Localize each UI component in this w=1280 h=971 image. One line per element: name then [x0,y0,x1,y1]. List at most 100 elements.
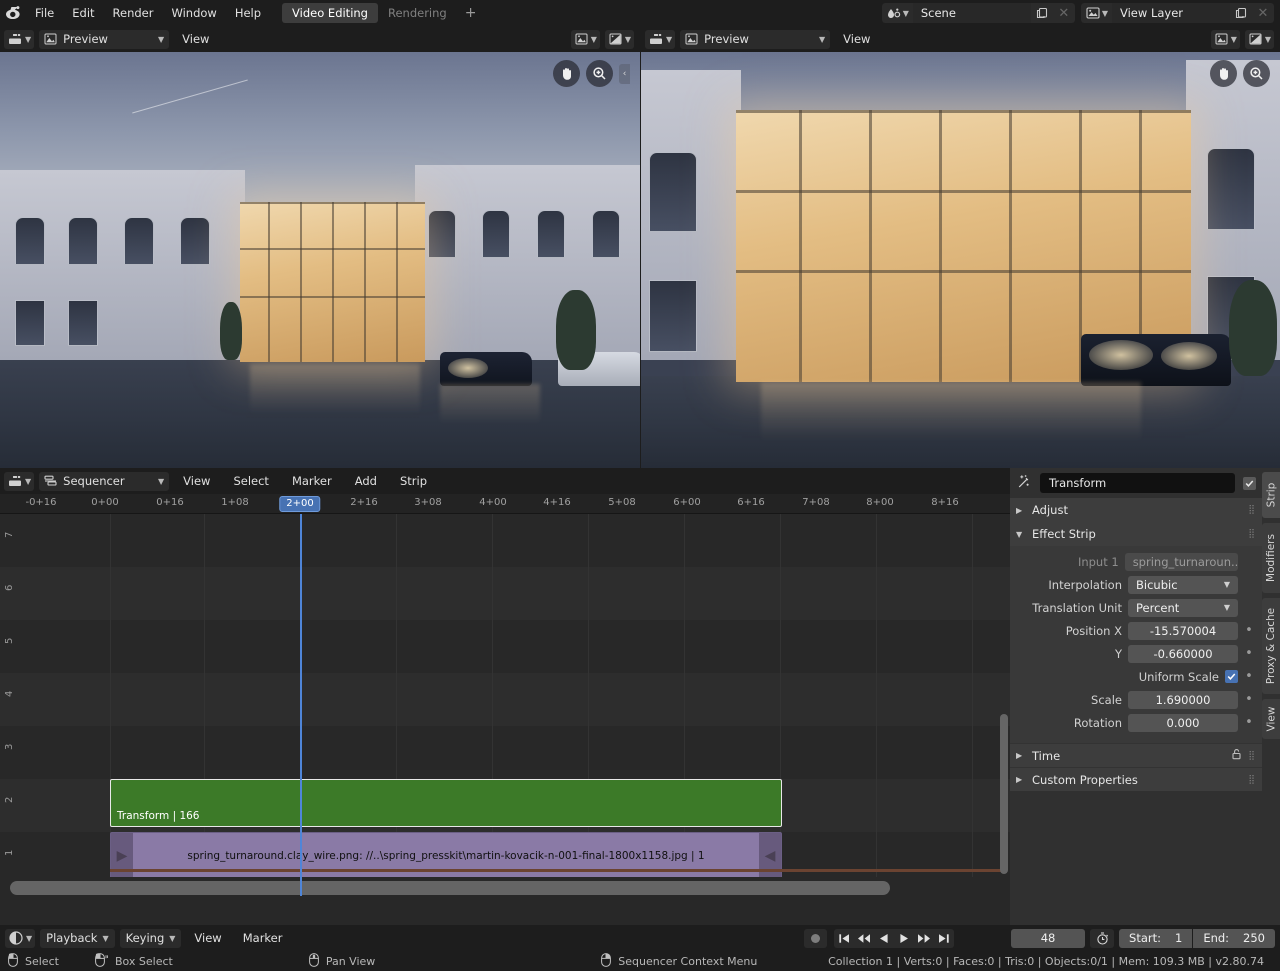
dropdown-interpolation[interactable]: Bicubic ▼ [1128,576,1238,594]
playback-dropdown[interactable]: Playback ▼ [40,929,114,948]
add-workspace-button[interactable]: + [457,3,485,23]
row-input-1: Input 1 spring_turnaroun.. [1018,551,1254,572]
jump-to-start-icon[interactable] [834,929,854,948]
field-rotation[interactable]: 0.000 [1128,714,1238,732]
preview-right-canvas[interactable] [641,52,1280,468]
animate-property-dot[interactable]: • [1244,672,1254,682]
field-position-x[interactable]: -15.570004 [1128,622,1238,640]
sequencer-menu-strip[interactable]: Strip [391,474,436,488]
editor-type-button[interactable]: ▼ [645,30,675,49]
preview-right-menu-view[interactable]: View [835,32,878,46]
sequencer-tracks[interactable]: 7 6 5 4 3 2 1 Transform | 166 ▶ ◀ spring… [0,514,1010,896]
unlock-icon[interactable] [1230,748,1242,763]
sequencer-menu-add[interactable]: Add [346,474,386,488]
animate-property-dot[interactable]: • [1244,695,1254,705]
playhead[interactable] [300,514,302,896]
sequencer-vertical-scrollbar[interactable] [998,514,1010,886]
chevron-left-icon[interactable]: ‹ [619,64,630,84]
sequencer-horizontal-scrollbar[interactable] [0,877,1010,899]
prev-keyframe-icon[interactable] [854,929,874,948]
ruler-tick: 8+16 [931,497,958,508]
current-frame-field[interactable]: 48 [1011,929,1085,948]
workspace-tab-video-editing[interactable]: Video Editing [282,3,378,23]
menu-help[interactable]: Help [226,0,270,26]
ruler-tick: 4+00 [479,497,506,508]
menu-window[interactable]: Window [162,0,225,26]
editor-type-button[interactable]: ▼ [4,30,34,49]
view-layer-selector[interactable]: ▼ View Layer ✕ [1081,3,1274,23]
view-layer-icon[interactable]: ▼ [1081,3,1112,23]
image-display-icon[interactable]: ▼ [1211,30,1240,49]
remove-view-layer-button[interactable]: ✕ [1252,3,1274,23]
tab-modifiers[interactable]: Modifiers [1262,523,1280,593]
hand-pan-icon[interactable] [553,60,580,87]
panel-header-custom-properties[interactable]: ▶ Custom Properties ⣿ [1010,767,1262,791]
end-frame-field[interactable]: End: 250 [1193,929,1275,948]
sequencer-view-type-dropdown[interactable]: Sequencer ▼ [39,472,169,491]
menu-edit[interactable]: Edit [63,0,103,26]
panel-title-time: Time [1032,749,1060,763]
start-frame-field[interactable]: Start: 1 [1119,929,1192,948]
scrollbar-thumb[interactable] [10,881,890,895]
scrollbar-thumb-v[interactable] [1000,714,1008,874]
timeline-menu-view[interactable]: View [186,931,229,945]
editor-type-button[interactable]: ▼ [4,472,34,491]
field-input-1[interactable]: spring_turnaroun.. [1125,553,1239,571]
field-position-y[interactable]: -0.660000 [1128,645,1238,663]
new-scene-button[interactable] [1031,3,1053,23]
animate-property-dot[interactable]: • [1244,649,1254,659]
new-view-layer-button[interactable] [1230,3,1252,23]
zoom-in-icon[interactable] [586,60,613,87]
sequencer-ruler[interactable]: -0+16 0+00 0+16 1+08 2+00 2+16 3+08 4+00… [0,494,1010,514]
view-layer-name[interactable]: View Layer [1112,3,1230,23]
keying-dropdown[interactable]: Keying ▼ [120,929,182,948]
use-preview-range-icon[interactable] [1090,929,1114,948]
timeline-menu-marker[interactable]: Marker [235,931,291,945]
dropdown-translation-unit[interactable]: Percent ▼ [1128,599,1238,617]
scene-selector[interactable]: ▼ Scene ✕ [882,3,1075,23]
blender-logo-icon[interactable] [0,0,26,26]
panel-header-time[interactable]: ▶ Time ⣿ [1010,743,1262,767]
next-keyframe-icon[interactable] [914,929,934,948]
menu-file[interactable]: File [26,0,63,26]
panel-grip-icon: ⣿ [1248,507,1256,513]
unlink-scene-button[interactable]: ✕ [1053,3,1075,23]
ruler-tick: 5+08 [608,497,635,508]
editor-type-button[interactable]: ▼ [5,929,35,948]
field-scale[interactable]: 1.690000 [1128,691,1238,709]
menu-render[interactable]: Render [104,0,163,26]
image-display-icon[interactable]: ▼ [571,30,600,49]
play-icon[interactable] [894,929,914,948]
display-mode-dropdown[interactable]: Preview ▼ [680,30,830,49]
tab-view[interactable]: View [1262,699,1280,739]
current-frame-badge[interactable]: 2+00 [279,496,320,512]
panel-header-effect-strip[interactable]: ▼ Effect Strip ⣿ [1010,522,1262,546]
play-reverse-icon[interactable] [874,929,894,948]
animate-property-dot[interactable]: • [1244,626,1254,636]
sequencer-menu-view[interactable]: View [174,474,219,488]
tab-proxy-cache[interactable]: Proxy & Cache [1262,598,1280,694]
table-row[interactable]: Transform | 166 [110,779,782,827]
overlay-display-icon[interactable]: ▼ [1245,30,1274,49]
tab-strip[interactable]: Strip [1262,472,1280,518]
scene-icon[interactable]: ▼ [882,3,913,23]
strip-name-field[interactable]: Transform [1040,473,1235,493]
panel-header-adjust[interactable]: ▶ Adjust ⣿ [1010,498,1262,522]
preview-left-menu-view[interactable]: View [174,32,217,46]
strip-enable-checkbox[interactable] [1243,477,1256,490]
uniform-scale-checkbox[interactable] [1225,670,1238,683]
hand-pan-icon[interactable] [1210,60,1237,87]
panel-body-effect-strip: Input 1 spring_turnaroun.. Interpolation… [1010,546,1262,743]
animate-property-dot[interactable]: • [1244,718,1254,728]
preview-left-canvas[interactable]: ‹ [0,52,640,468]
record-keyframe-icon[interactable] [804,929,827,948]
sequencer-menu-marker[interactable]: Marker [283,474,341,488]
sequencer-menu-select[interactable]: Select [224,474,277,488]
scene-name[interactable]: Scene [913,3,1031,23]
zoom-in-icon[interactable] [1243,60,1270,87]
keymap-select: Select [8,953,59,970]
jump-to-end-icon[interactable] [934,929,954,948]
overlay-display-icon[interactable]: ▼ [605,30,634,49]
workspace-tab-rendering[interactable]: Rendering [378,3,457,23]
display-mode-dropdown[interactable]: Preview ▼ [39,30,169,49]
